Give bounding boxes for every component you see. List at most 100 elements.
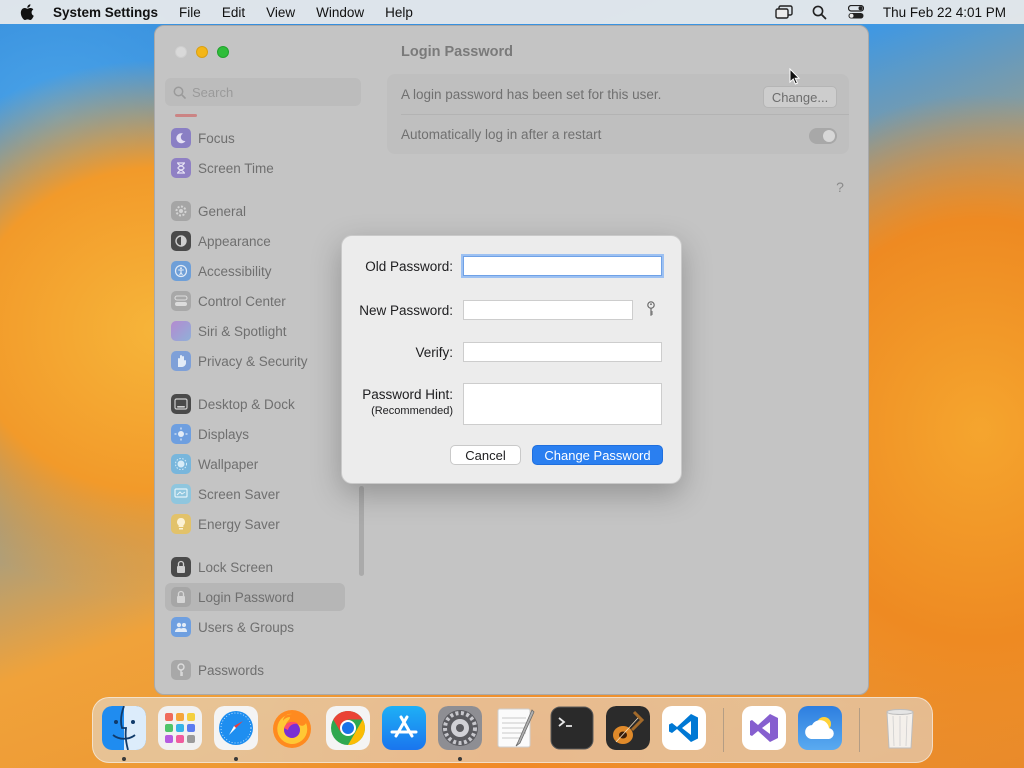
sidebar-item-label: Screen Saver [198,486,280,502]
card-divider [401,114,849,115]
sidebar-item-label: Focus [198,130,235,146]
login-password-card: A login password has been set for this u… [387,74,849,154]
password-hint-field[interactable] [463,383,662,425]
vscode-app-icon[interactable] [662,706,706,750]
sidebar-item-appearance[interactable]: Appearance [165,227,345,255]
firefox-app-icon[interactable] [270,706,314,750]
zoom-window-button[interactable] [217,46,229,58]
password-hint-label: Password Hint: [362,387,453,402]
visual-studio-app-icon[interactable] [742,706,786,750]
sidebar-item-label: Control Center [198,293,286,309]
system-settings-running-indicator [458,757,462,761]
dock-separator [859,708,860,752]
sidebar-item-lock-screen[interactable]: Lock Screen [165,553,345,581]
sidebar-scrollbar[interactable] [359,486,364,576]
siri-icon [171,321,191,341]
menu-help[interactable]: Help [385,5,413,20]
help-button[interactable]: ? [829,176,851,198]
key-icon [171,660,191,680]
sidebar-item-screen-saver[interactable]: Screen Saver [165,480,345,508]
menubar-clock[interactable]: Thu Feb 22 4:01 PM [883,5,1006,20]
trash-icon[interactable] [878,706,922,750]
menu-view[interactable]: View [266,5,295,20]
finder-app-icon[interactable] [102,706,146,750]
old-password-field[interactable] [463,256,662,276]
spotlight-search-icon[interactable] [811,4,829,20]
sidebar-item-siri-spotlight[interactable]: Siri & Spotlight [165,317,345,345]
menu-bar: System Settings File Edit View Window He… [0,0,1024,24]
minimize-window-button[interactable] [196,46,208,58]
mouse-cursor-icon [789,67,801,89]
dock [92,697,933,763]
menu-file[interactable]: File [179,5,201,20]
sidebar-item-focus[interactable]: Focus [165,124,345,152]
sidebar-item-wallpaper[interactable]: Wallpaper [165,450,345,478]
launchpad-app-icon[interactable] [158,706,202,750]
password-assistant-key-icon[interactable] [644,300,658,318]
sidebar-item-users-groups[interactable]: Users & Groups [165,613,345,641]
accessibility-icon [171,261,191,281]
terminal-app-icon[interactable] [550,706,594,750]
page-title: Login Password [401,44,513,60]
screen-mirroring-icon[interactable] [775,4,793,20]
dock-icon [171,394,191,414]
garageband-app-icon[interactable] [606,706,650,750]
sidebar-item-energy-saver[interactable]: Energy Saver [165,510,345,538]
sidebar-item-control-center[interactable]: Control Center [165,287,345,315]
sidebar-item-desktop-dock[interactable]: Desktop & Dock [165,390,345,418]
chrome-app-icon[interactable] [326,706,370,750]
sidebar-item-privacy-security[interactable]: Privacy & Security [165,347,345,375]
auto-login-label: Automatically log in after a restart [401,127,602,142]
menu-edit[interactable]: Edit [222,5,245,20]
auto-login-toggle[interactable] [809,128,837,144]
safari-running-indicator [234,757,238,761]
sidebar-item-label: Privacy & Security [198,353,308,369]
sidebar-item-label: Siri & Spotlight [198,323,287,339]
sidebar-item-displays[interactable]: Displays [165,420,345,448]
sidebar-item-passwords[interactable]: Passwords [165,656,345,684]
password-status-text: A login password has been set for this u… [401,87,662,102]
lock-icon [171,587,191,607]
safari-app-icon[interactable] [214,706,258,750]
sidebar-item-label: Passwords [198,662,265,678]
cancel-button[interactable]: Cancel [450,445,521,465]
apple-logo-icon[interactable] [20,4,36,20]
change-password-submit-button[interactable]: Change Password [532,445,663,465]
sidebar-item-screen-time[interactable]: Screen Time [165,154,345,182]
textedit-app-icon[interactable] [494,706,538,750]
change-password-button[interactable]: Change... [763,86,837,108]
window-controls [175,46,229,58]
verify-password-field[interactable] [463,342,662,362]
weather-app-icon[interactable] [798,706,842,750]
sidebar-item-label: General [198,203,247,219]
sidebar-item-general[interactable]: General [165,197,345,225]
sidebar-search[interactable]: Search [165,78,361,106]
scrolled-item-edge [175,114,197,117]
sidebar-item-label: Accessibility [198,263,272,279]
new-password-field[interactable] [463,300,633,320]
finder-running-indicator [122,757,126,761]
search-placeholder: Search [192,84,234,100]
sun-icon [171,424,191,444]
sidebar-item-login-password[interactable]: Login Password [165,583,345,611]
menu-app-name[interactable]: System Settings [53,5,158,20]
system-settings-app-icon[interactable] [438,706,482,750]
control-center-icon[interactable] [847,4,865,20]
sidebar-item-label: Screen Time [198,160,274,176]
lock-icon [171,557,191,577]
sidebar-item-label: Wallpaper [198,456,259,472]
menu-window[interactable]: Window [316,5,364,20]
moon-icon [171,128,191,148]
new-password-label: New Password: [359,303,453,318]
screensaver-icon [171,484,191,504]
app-store-app-icon[interactable] [382,706,426,750]
dock-separator [723,708,724,752]
sidebar-item-accessibility[interactable]: Accessibility [165,257,345,285]
bulb-icon [171,514,191,534]
change-password-dialog: Old Password: New Password: Verify: Pass… [341,235,682,484]
close-window-button[interactable] [175,46,187,58]
appearance-icon [171,231,191,251]
users-icon [171,617,191,637]
hand-icon [171,351,191,371]
sidebar-item-label: Users & Groups [198,619,295,635]
